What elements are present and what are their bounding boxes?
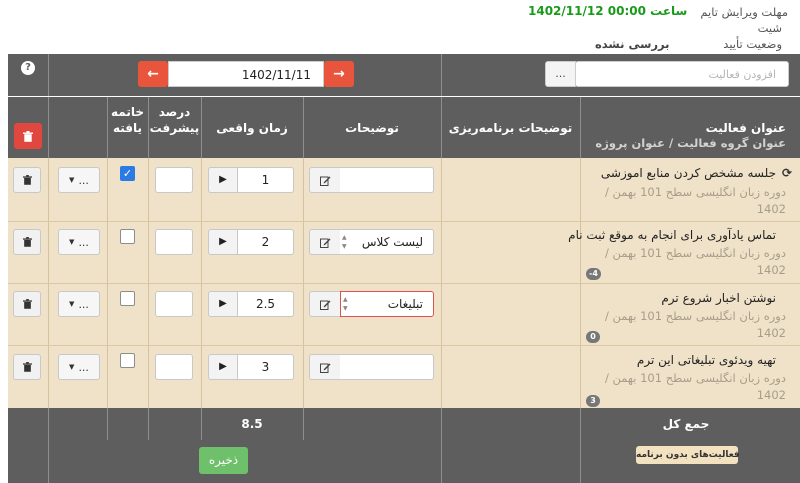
activity-group: / دوره زبان انگلیسی سطح 101 بهمن 1402 bbox=[605, 185, 786, 216]
edit-icon bbox=[319, 363, 330, 373]
actual-time-input[interactable]: 2.5 bbox=[238, 291, 294, 317]
row-menu-dropdown[interactable]: ▼... bbox=[58, 354, 100, 380]
actual-time-input[interactable]: 3 bbox=[238, 354, 294, 380]
progress-input[interactable] bbox=[155, 291, 193, 317]
col-activity-group: عنوان گروه فعالیت / عنوان پروژه bbox=[595, 136, 786, 150]
approval-status-label: وضعیت تأیید bbox=[723, 37, 782, 51]
edit-icon bbox=[319, 300, 330, 310]
next-date-button[interactable]: → bbox=[324, 61, 354, 87]
prev-date-button[interactable]: ← bbox=[138, 61, 168, 87]
add-activity-button[interactable]: ... bbox=[545, 61, 576, 87]
row-menu-dropdown[interactable]: ▼... bbox=[58, 229, 100, 255]
col-description: توضیحات bbox=[345, 121, 399, 135]
help-icon[interactable]: ? bbox=[21, 61, 35, 75]
status-badge: -4 bbox=[586, 268, 601, 280]
play-icon: ▶ bbox=[219, 174, 227, 185]
delete-all-button[interactable] bbox=[14, 123, 42, 149]
edit-description-button[interactable] bbox=[309, 354, 341, 380]
unplanned-activities-button[interactable]: فعالیت‌های بدون برنامه bbox=[636, 446, 740, 464]
edit-deadline-label: مهلت ویرایش تایم bbox=[700, 5, 788, 19]
edit-description-button[interactable] bbox=[309, 167, 341, 193]
progress-input[interactable] bbox=[155, 167, 193, 193]
play-icon: ▶ bbox=[219, 298, 227, 309]
finished-checkbox[interactable]: ✓ bbox=[120, 166, 135, 181]
trash-icon bbox=[22, 362, 32, 372]
timer-play-button[interactable]: ▶ bbox=[208, 167, 238, 193]
finished-checkbox[interactable] bbox=[120, 229, 135, 244]
timer-play-button[interactable]: ▶ bbox=[208, 291, 238, 317]
col-activity-title: عنوان فعالیت bbox=[705, 121, 786, 135]
row-menu-dropdown[interactable]: ▼... bbox=[58, 167, 100, 193]
caret-down-icon: ▼ bbox=[69, 300, 75, 308]
save-button[interactable]: ذخیره bbox=[199, 447, 248, 474]
scroll-arrows-icon[interactable]: ▲ ▼ bbox=[343, 295, 348, 313]
actual-time-input[interactable]: 2 bbox=[238, 229, 294, 255]
activity-title: تماس یادآوری برای انجام به موقع ثبت نام bbox=[568, 228, 776, 242]
delete-row-button[interactable] bbox=[13, 229, 41, 255]
col-actual-time: زمان واقعی bbox=[216, 121, 288, 135]
timer-play-button[interactable]: ▶ bbox=[208, 354, 238, 380]
arrow-left-icon: ← bbox=[147, 66, 159, 82]
trash-icon bbox=[22, 237, 32, 247]
date-field[interactable]: 1402/11/11 bbox=[168, 61, 324, 87]
activity-title: نوشتن اخبار شروع ترم bbox=[661, 291, 776, 305]
progress-input[interactable] bbox=[155, 229, 193, 255]
delete-row-button[interactable] bbox=[13, 291, 41, 317]
add-activity-input[interactable]: افزودن فعالیت bbox=[575, 61, 789, 87]
activity-group: / دوره زبان انگلیسی سطح 101 بهمن 1402 bbox=[605, 371, 786, 402]
scroll-arrows-icon[interactable]: ▲ ▼ bbox=[342, 233, 347, 251]
edit-icon bbox=[319, 238, 330, 248]
col-finished: خاتمه یافته bbox=[111, 105, 144, 135]
edit-description-button[interactable] bbox=[309, 229, 341, 255]
total-label: جمع کل bbox=[662, 417, 710, 431]
activity-group: / دوره زبان انگلیسی سطح 101 بهمن 1402 bbox=[605, 246, 786, 277]
activity-group: / دوره زبان انگلیسی سطح 101 بهمن 1402 bbox=[605, 309, 786, 340]
activity-title: جلسه مشخص کردن منابع اموزشی bbox=[600, 166, 776, 180]
status-badge: 0 bbox=[586, 331, 600, 343]
edit-deadline-value: 1402/11/12 ساعت 00:00 bbox=[528, 4, 688, 18]
timer-play-button[interactable]: ▶ bbox=[208, 229, 238, 255]
trash-icon bbox=[22, 175, 32, 185]
edit-icon bbox=[319, 176, 330, 186]
status-badge: 3 bbox=[586, 395, 600, 407]
actual-time-input[interactable]: 1 bbox=[238, 167, 294, 193]
delete-row-button[interactable] bbox=[13, 354, 41, 380]
description-input[interactable]: ▲ ▼ تبلیغات bbox=[340, 291, 434, 317]
finished-checkbox[interactable] bbox=[120, 291, 135, 306]
description-input[interactable] bbox=[340, 167, 434, 193]
col-planning-description: توضیحات برنامه‌ریزی bbox=[448, 121, 573, 135]
approval-status-value: بررسی نشده bbox=[595, 37, 670, 51]
description-input[interactable] bbox=[340, 354, 434, 380]
activity-title: تهیه ویدئوی تبلیغاتی این ترم bbox=[636, 353, 776, 367]
finished-checkbox[interactable] bbox=[120, 353, 135, 368]
play-icon: ▶ bbox=[219, 361, 227, 372]
trash-icon bbox=[23, 130, 33, 142]
delete-row-button[interactable] bbox=[13, 167, 41, 193]
edit-description-button[interactable] bbox=[309, 291, 341, 317]
play-icon: ▶ bbox=[219, 236, 227, 247]
progress-input[interactable] bbox=[155, 354, 193, 380]
caret-down-icon: ▼ bbox=[69, 238, 75, 246]
row-menu-dropdown[interactable]: ▼... bbox=[58, 291, 100, 317]
refresh-icon[interactable]: ⟳ bbox=[782, 166, 792, 180]
col-progress: درصد پیشرفت bbox=[149, 105, 200, 135]
description-input[interactable]: ▲ ▼ لیست کلاس bbox=[340, 229, 434, 255]
caret-down-icon: ▼ bbox=[69, 176, 75, 184]
total-time-value: 8.5 bbox=[241, 417, 263, 431]
shift-label: شیت bbox=[757, 21, 782, 35]
arrow-right-icon: → bbox=[333, 66, 345, 82]
caret-down-icon: ▼ bbox=[69, 363, 75, 371]
trash-icon bbox=[22, 299, 32, 309]
